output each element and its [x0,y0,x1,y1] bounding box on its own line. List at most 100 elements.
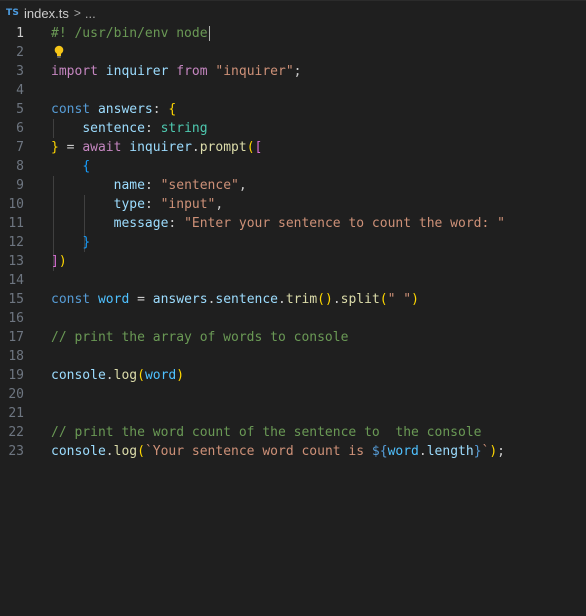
code-token: import [51,64,98,79]
line-number: 5 [16,102,24,117]
code-token: ( [246,140,255,155]
code-line[interactable]: 9 name: "sentence", [0,176,586,195]
line-number: 1 [16,26,24,41]
code-text: name: "sentence", [51,176,247,195]
code-token: console [51,444,106,459]
code-line[interactable]: 16 [0,309,586,328]
code-token: , [238,178,247,193]
code-token: // print the word count of the sentence … [51,425,482,440]
code-token: . [191,140,200,155]
code-token: word [97,292,130,307]
code-line[interactable]: 5 const answers: { [0,100,586,119]
code-token: name [113,178,145,193]
code-text: { [51,157,90,176]
code-token: inquirer [129,140,192,155]
code-editor[interactable]: TS index.ts > ... 1 #! /usr/bin/env node 2… [0,0,586,616]
code-text: } = await inquirer.prompt([ [51,138,262,157]
code-token: sentence [82,121,145,136]
line-number: 22 [8,425,24,440]
code-text: const word = answers.sentence.trim().spl… [51,290,419,309]
code-token: { [168,102,177,117]
code-token: : [152,102,169,117]
code-text: import inquirer from "inquirer"; [51,62,302,81]
code-token: `Your sentence word count is [144,444,372,459]
typescript-file-icon: TS [6,8,20,18]
code-token: } [473,444,482,459]
line-number: 6 [16,121,24,136]
code-text: console.log(`Your sentence word count is… [51,442,505,461]
line-number: 10 [8,197,24,212]
code-token: ) [176,368,185,383]
code-area[interactable]: 1 #! /usr/bin/env node 2 3 import inquirer f… [0,24,586,461]
line-number: 13 [8,254,24,269]
line-number: 16 [8,311,24,326]
code-token: const [51,292,91,307]
breadcrumb-file[interactable]: index.ts [24,6,69,21]
code-token: } [82,235,91,250]
code-token: : [144,178,161,193]
code-line[interactable]: 6 sentence: string [0,119,586,138]
code-line[interactable]: 14 [0,271,586,290]
code-line[interactable]: 8 { [0,157,586,176]
code-token: ) [489,444,498,459]
code-token: () [317,292,333,307]
code-token: : [144,121,161,136]
code-line[interactable]: 18 [0,347,586,366]
code-line[interactable]: 20 [0,385,586,404]
line-number: 3 [16,64,24,79]
code-token: answers [97,102,153,117]
code-line[interactable]: 12 } [0,233,586,252]
code-line[interactable]: 15 const word = answers.sentence.trim().s… [0,290,586,309]
code-line[interactable]: 4 [0,81,586,100]
lightbulb-icon[interactable] [53,43,65,62]
line-number: 2 [16,45,24,60]
code-token: ( [379,292,388,307]
code-line[interactable]: 13]) [0,252,586,271]
code-text: // print the array of words to console [51,328,348,347]
code-line[interactable]: 3 import inquirer from "inquirer"; [0,62,586,81]
code-text: } [51,233,90,252]
code-token: prompt [199,140,247,155]
code-token: log [113,368,138,383]
breadcrumb-symbol[interactable]: ... [85,6,96,21]
code-token: inquirer [105,64,169,79]
code-token: const [51,102,91,117]
line-number: 4 [16,83,24,98]
line-number: 11 [8,216,24,231]
code-token: log [113,444,138,459]
code-text: sentence: string [51,119,208,138]
code-token: "input" [160,197,216,212]
code-line[interactable]: 17 // print the array of words to console [0,328,586,347]
code-token: message [113,216,169,231]
code-token: [ [254,140,263,155]
code-token: string [160,121,208,136]
code-line[interactable]: 2 [0,43,586,62]
code-token: console [51,368,106,383]
text-cursor [208,26,210,41]
code-line[interactable]: 10 type: "input", [0,195,586,214]
code-line[interactable]: 21 [0,404,586,423]
code-token: await [82,140,122,155]
chevron-right-icon: > [73,6,81,20]
code-token: . [105,368,114,383]
code-token: . [418,444,427,459]
line-number: 14 [8,273,24,288]
code-line[interactable]: 23 console.log(`Your sentence word count … [0,442,586,461]
code-line[interactable]: 22 // print the word count of the sentenc… [0,423,586,442]
line-number: 18 [8,349,24,364]
code-text: console.log(word) [51,366,184,385]
code-token: answers [152,292,208,307]
code-token: = [129,292,153,307]
code-line[interactable]: 1 #! /usr/bin/env node [0,24,586,43]
code-line[interactable]: 11 message: "Enter your sentence to coun… [0,214,586,233]
code-token: { [82,159,91,174]
code-line[interactable]: 19 console.log(word) [0,366,586,385]
code-token: ) [411,292,419,307]
code-text: #! /usr/bin/env node [51,24,210,43]
code-line[interactable]: 7 } = await inquirer.prompt([ [0,138,586,157]
line-number: 7 [16,140,24,155]
